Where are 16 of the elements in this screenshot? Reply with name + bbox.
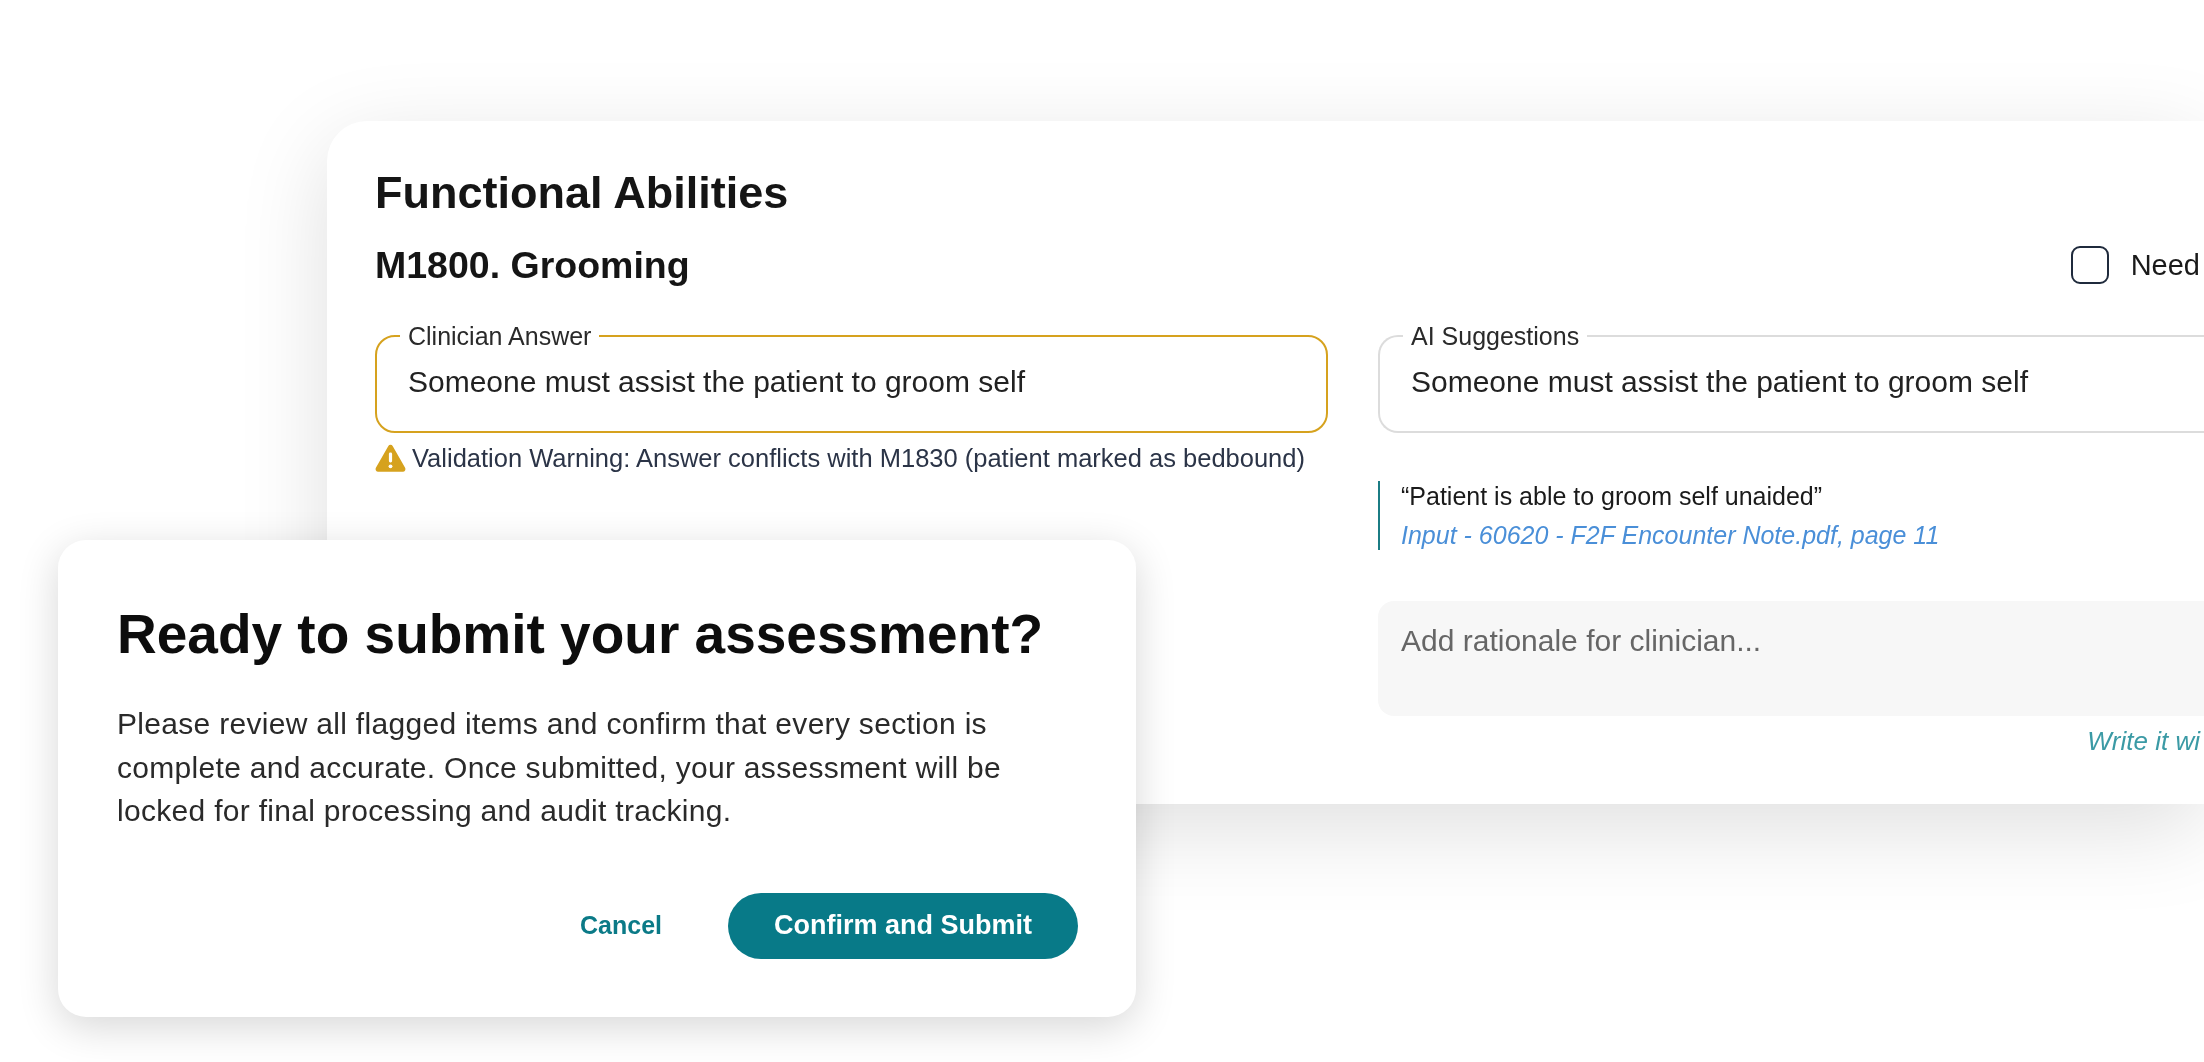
checkbox-label[interactable]: Need <box>2130 247 2200 283</box>
section-title: Functional Abilities <box>375 167 790 219</box>
confirm-submit-button[interactable]: Confirm and Submit <box>728 892 1078 959</box>
source-link[interactable]: Input - 60620 - F2F Encounter Note.pdf, page 11 <box>1401 520 1940 550</box>
rationale-field[interactable]: Add rationale for clinician... <box>1378 601 2204 716</box>
dialog-title: Ready to submit your assessment? <box>117 602 1045 666</box>
field-label: AI Suggestions <box>1410 322 1581 350</box>
checkbox[interactable] <box>2070 246 2109 284</box>
field-label: Clinician Answer <box>407 322 593 350</box>
evidence-quote: “Patient is able to groom self unaided” <box>1401 481 1823 511</box>
dialog-message: Please review all flagged items and confirm that every section is complete and accurate. Once submitted, your assessment will be locked for final processing and audit tracking. <box>117 706 1002 829</box>
warning-icon <box>375 444 406 472</box>
question-title: M1800. Grooming <box>375 244 690 286</box>
cancel-button[interactable]: Cancel <box>560 897 682 954</box>
warning-text: Validation Warning: Answer conflicts with M1830 (patient marked as bedbound) <box>412 443 1305 473</box>
write-link[interactable]: Write it wi <box>2087 726 2204 756</box>
